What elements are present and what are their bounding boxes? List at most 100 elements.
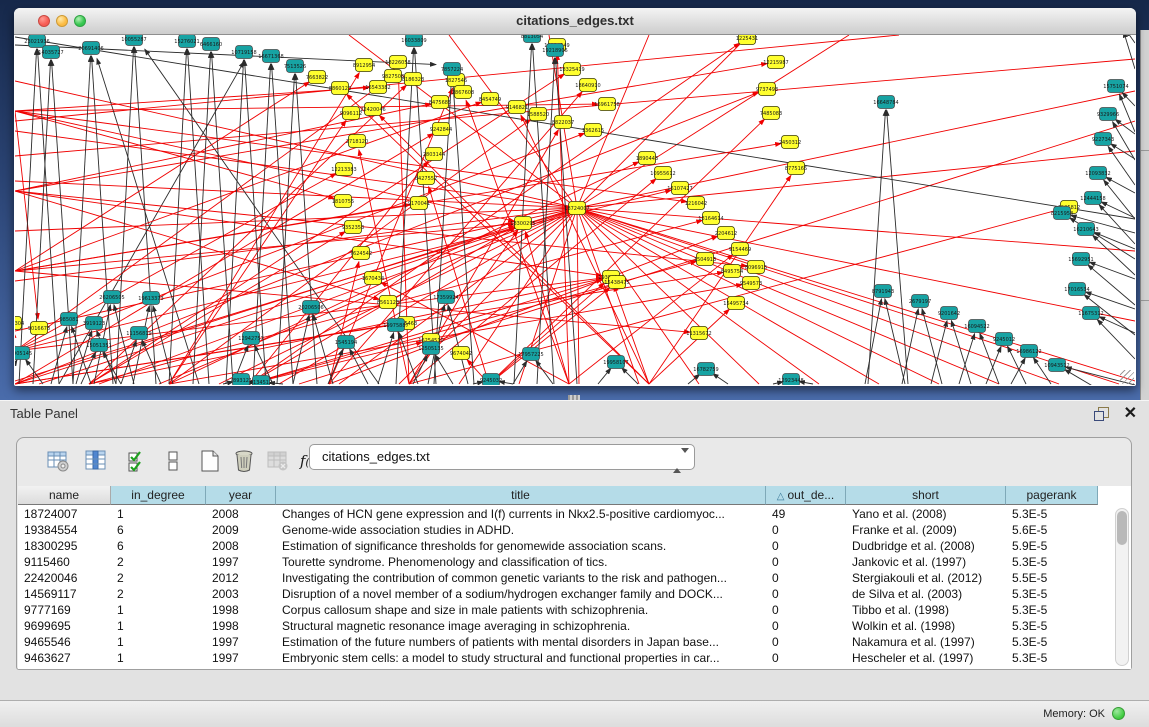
- network-node[interactable]: 20691406: [78, 42, 103, 55]
- network-node[interactable]: 15692951: [1068, 253, 1093, 266]
- network-edge[interactable]: [1089, 262, 1135, 279]
- network-node[interactable]: 1504913: [694, 253, 716, 266]
- table-cell[interactable]: 5.3E-5: [1006, 650, 1098, 666]
- table-cell[interactable]: 1: [111, 650, 206, 666]
- table-row[interactable]: 1830029562008Estimation of significance …: [18, 538, 1115, 554]
- network-node[interactable]: 8475685: [429, 96, 451, 109]
- table-cell[interactable]: 1997: [206, 650, 276, 666]
- network-node[interactable]: 985081: [59, 313, 78, 326]
- table-cell[interactable]: Hescheler et al. (1997): [846, 650, 1006, 666]
- table-cell[interactable]: 2009: [206, 522, 276, 538]
- table-row[interactable]: 1938455462009Genome-wide association stu…: [18, 522, 1115, 538]
- scrollbar-thumb[interactable]: [1117, 511, 1127, 545]
- network-node[interactable]: 10719158: [231, 46, 256, 59]
- network-edge[interactable]: [272, 64, 293, 384]
- table-cell[interactable]: Disruption of a novel member of a sodium…: [276, 586, 766, 602]
- network-edge[interactable]: [15, 104, 431, 191]
- network-node[interactable]: 16671368: [258, 50, 283, 63]
- table-cell[interactable]: Estimation of the future numbers of pati…: [276, 634, 766, 650]
- window-resize-grip[interactable]: [1120, 370, 1134, 384]
- network-node[interactable]: 9016678: [28, 322, 50, 335]
- table-cell[interactable]: Stergiakouli et al. (2012): [846, 570, 1006, 586]
- network-node[interactable]: 1810755: [332, 195, 354, 208]
- network-node[interactable]: 2803144: [423, 148, 445, 161]
- table-cell[interactable]: 2003: [206, 586, 276, 602]
- network-edge[interactable]: [193, 52, 211, 384]
- table-cell[interactable]: 0: [766, 586, 846, 602]
- network-edge[interactable]: [713, 374, 728, 384]
- network-node[interactable]: 8495754: [721, 265, 743, 278]
- network-edge[interactable]: [448, 305, 468, 384]
- network-edge[interactable]: [1099, 317, 1135, 333]
- table-cell[interactable]: 2: [111, 554, 206, 570]
- network-edge[interactable]: [398, 71, 409, 384]
- network-node[interactable]: 11315672: [686, 327, 711, 340]
- network-node[interactable]: 18164614: [698, 212, 723, 225]
- network-node[interactable]: 2718120: [346, 135, 368, 148]
- table-cell[interactable]: 0: [766, 538, 846, 554]
- network-node[interactable]: 16648784: [873, 96, 898, 109]
- table-cell[interactable]: 2008: [206, 506, 276, 522]
- table-row[interactable]: 969969511998Structural magnetic resonanc…: [18, 618, 1115, 634]
- table-row[interactable]: 911546021997Tourette syndrome. Phenomeno…: [18, 554, 1115, 570]
- table-cell[interactable]: Yano et al. (2008): [846, 506, 1006, 522]
- deselect-all-button[interactable]: [159, 446, 189, 476]
- table-cell[interactable]: Wolkin et al. (1998): [846, 618, 1006, 634]
- network-node[interactable]: 9096112: [340, 107, 362, 120]
- network-node[interactable]: 1588520: [527, 108, 549, 121]
- network-node[interactable]: 9352353: [342, 221, 364, 234]
- table-cell[interactable]: 1: [111, 618, 206, 634]
- network-edge[interactable]: [489, 119, 765, 384]
- table-cell[interactable]: 49: [766, 506, 846, 522]
- network-node[interactable]: 9245012: [993, 333, 1015, 346]
- network-node[interactable]: 18640910: [575, 79, 600, 92]
- network-node[interactable]: 9549573: [740, 277, 762, 290]
- table-cell[interactable]: 1998: [206, 618, 276, 634]
- network-node[interactable]: 9134512: [250, 376, 272, 386]
- table-cell[interactable]: 2: [111, 570, 206, 586]
- network-window-titlebar[interactable]: citations_edges.txt: [14, 8, 1136, 35]
- network-edge[interactable]: [577, 208, 1119, 384]
- network-node[interactable]: 17016534: [1064, 283, 1089, 296]
- network-edge[interactable]: [887, 110, 908, 384]
- table-cell[interactable]: 6: [111, 522, 206, 538]
- table-cell[interactable]: Estimation of significance thresholds fo…: [276, 538, 766, 554]
- table-cell[interactable]: 9777169: [18, 602, 111, 618]
- table-cell[interactable]: 9115460: [18, 554, 111, 570]
- network-node[interactable]: 22420046: [360, 103, 385, 116]
- network-edge[interactable]: [577, 35, 649, 208]
- network-node[interactable]: 7663822: [306, 71, 328, 84]
- table-cell[interactable]: 6: [111, 538, 206, 554]
- network-edge[interactable]: [577, 35, 749, 208]
- network-edge[interactable]: [865, 299, 881, 384]
- network-node[interactable]: 12215987: [763, 56, 788, 69]
- network-edge[interactable]: [649, 175, 791, 384]
- network-node[interactable]: 10955612: [650, 167, 675, 180]
- column-header[interactable]: short: [846, 486, 1006, 505]
- table-cell[interactable]: Structural magnetic resonance image aver…: [276, 618, 766, 634]
- table-cell[interactable]: 18724007: [18, 506, 111, 522]
- network-node[interactable]: 8822037: [552, 116, 574, 129]
- show-columns-button[interactable]: [81, 446, 111, 476]
- network-edge[interactable]: [986, 346, 1001, 384]
- network-edge[interactable]: [951, 321, 971, 384]
- network-edge[interactable]: [1104, 180, 1135, 219]
- network-edge[interactable]: [15, 191, 379, 299]
- table-cell[interactable]: 0: [766, 554, 846, 570]
- table-cell[interactable]: 5.3E-5: [1006, 554, 1098, 570]
- table-cell[interactable]: 2008: [206, 538, 276, 554]
- column-header[interactable]: △out_de...: [766, 486, 846, 505]
- table-cell[interactable]: 0: [766, 634, 846, 650]
- table-row[interactable]: 2242004622012Investigating the contribut…: [18, 570, 1115, 586]
- network-edge[interactable]: [453, 77, 474, 384]
- network-edge[interactable]: [169, 49, 187, 384]
- table-cell[interactable]: 0: [766, 618, 846, 634]
- network-node[interactable]: 9227343: [1092, 133, 1114, 146]
- network-graph[interactable]: 1872400718300295193845547663822886012389…: [15, 35, 1135, 385]
- table-cell[interactable]: 5.3E-5: [1006, 618, 1098, 634]
- network-node[interactable]: 5905145: [15, 347, 32, 360]
- network-node[interactable]: 8427552: [415, 172, 437, 185]
- table-cell[interactable]: 9699695: [18, 618, 111, 634]
- network-node[interactable]: 12923448: [778, 374, 803, 386]
- network-node[interactable]: 8215958: [1051, 207, 1073, 220]
